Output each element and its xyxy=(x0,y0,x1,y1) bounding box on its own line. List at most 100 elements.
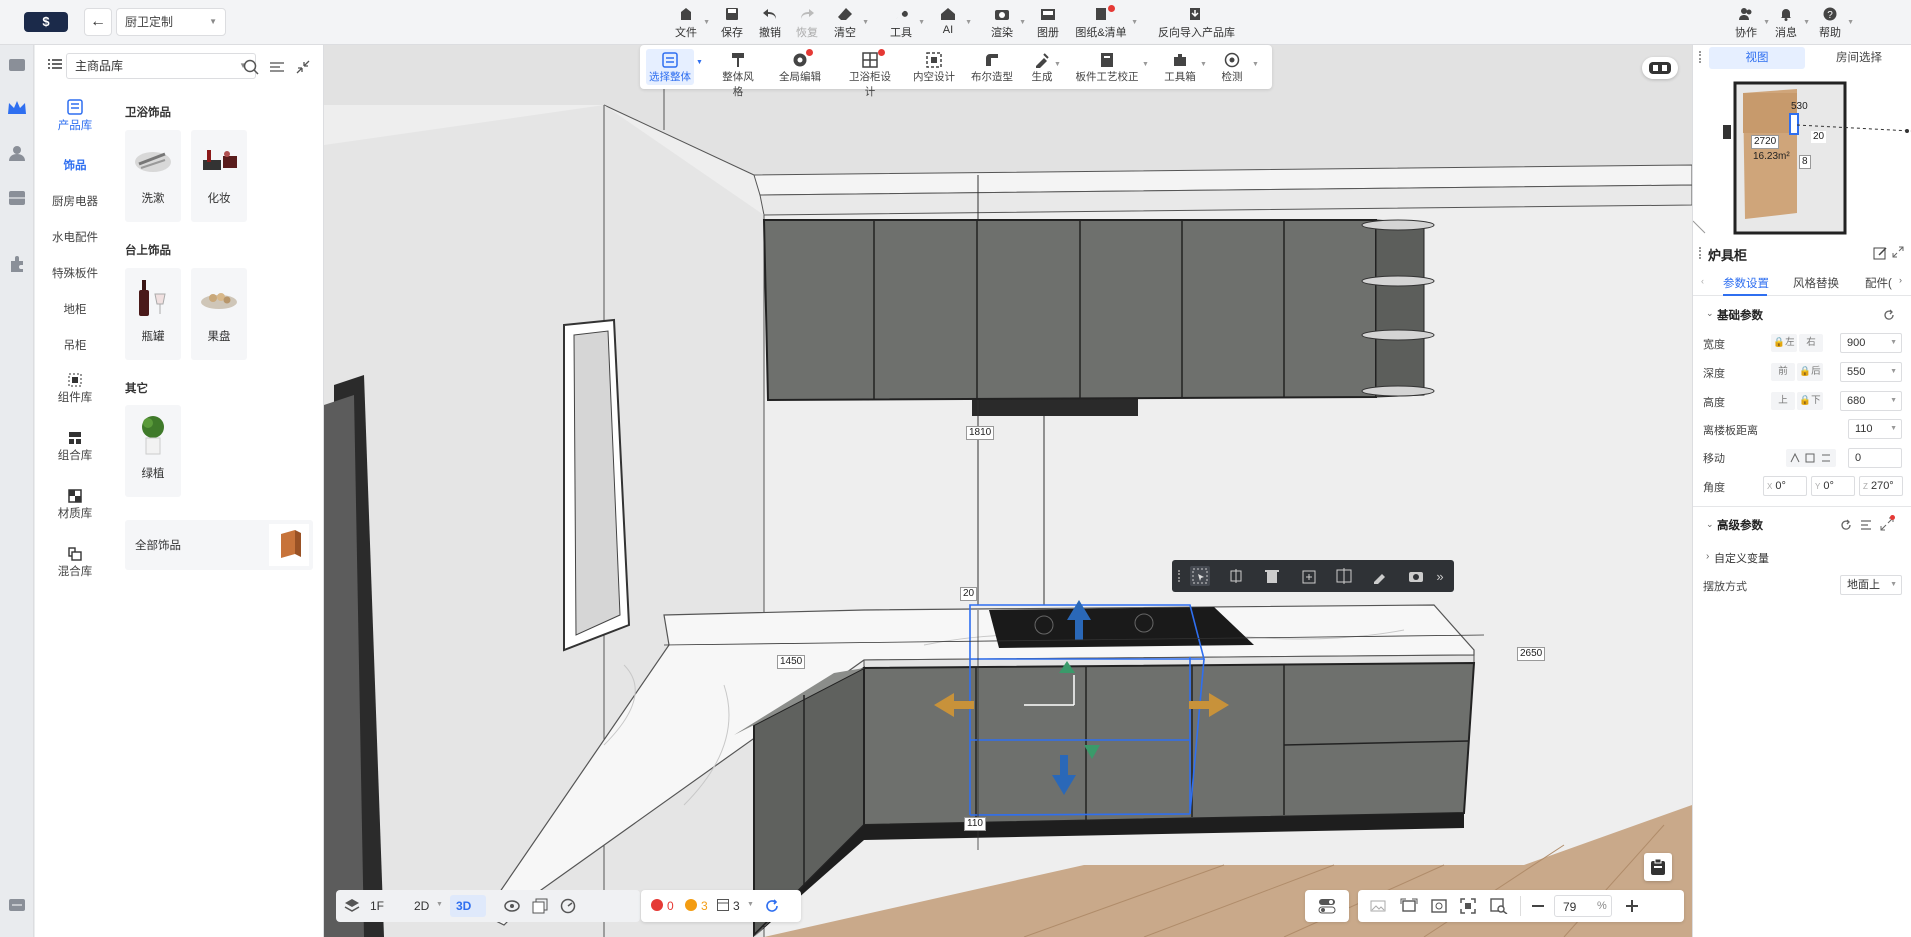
collaborate-button[interactable]: 协作 ▼ xyxy=(1732,5,1770,41)
floorplan-minimap[interactable] xyxy=(1693,73,1911,235)
chevron-down-icon[interactable]: ▼ xyxy=(696,59,703,66)
toggle-settings-button[interactable] xyxy=(1305,890,1349,922)
drag-handle[interactable] xyxy=(1699,247,1703,259)
ai-button[interactable]: AI ▼ xyxy=(934,5,972,41)
zoom-in-button[interactable] xyxy=(1624,898,1640,914)
tools-button[interactable]: 工具 ▼ xyxy=(887,5,925,41)
chevron-right-icon[interactable]: › xyxy=(1706,551,1709,562)
file-button[interactable]: 文件 ▼ xyxy=(672,5,710,41)
rail-user-icon[interactable] xyxy=(6,142,28,164)
tab-accessories[interactable]: 配件( xyxy=(1865,275,1892,291)
lock-front-button[interactable]: 前 xyxy=(1771,363,1795,381)
reset-icon[interactable] xyxy=(1883,309,1895,321)
render-button[interactable]: 渲染 ▼ xyxy=(988,5,1026,41)
rail-plugin-icon[interactable] xyxy=(6,253,28,275)
category-product-library[interactable]: 产品库 xyxy=(37,99,113,133)
panel-process-correction-button[interactable]: 板件工艺校正 xyxy=(1074,49,1140,84)
product-card[interactable]: 瓶罐 xyxy=(125,268,181,360)
placement-select[interactable]: 地面上 ▼ xyxy=(1840,575,1902,595)
chevron-down-icon[interactable]: ⌄ xyxy=(1706,308,1714,319)
category-decor[interactable]: 饰品 xyxy=(37,157,113,173)
search-icon[interactable] xyxy=(243,59,259,75)
chevron-down-icon[interactable]: ▼ xyxy=(1252,61,1259,68)
clear-button[interactable]: 清空 ▼ xyxy=(831,5,869,41)
collapse-panel-icon[interactable] xyxy=(296,60,310,74)
all-decor-card[interactable]: 全部饰品 xyxy=(125,520,313,570)
app-logo[interactable]: $ xyxy=(24,12,68,32)
frame-select-icon[interactable] xyxy=(1400,898,1418,914)
chevron-down-icon[interactable]: ▼ xyxy=(1200,61,1207,68)
floor-label[interactable]: 1F xyxy=(370,899,384,913)
copy-add-icon[interactable] xyxy=(1298,566,1318,586)
category-plumbing-electric[interactable]: 水电配件 xyxy=(37,229,113,245)
layers-icon[interactable] xyxy=(344,898,360,914)
global-edit-button[interactable]: 全局编辑 xyxy=(778,49,822,84)
toolbox-button[interactable]: 工具箱 xyxy=(1162,49,1198,84)
move-input[interactable]: 0 xyxy=(1848,448,1902,468)
lock-left-button[interactable]: 🔒左 xyxy=(1771,334,1797,352)
custom-variables[interactable]: 自定义变量 xyxy=(1714,550,1769,566)
bathroom-cabinet-design-button[interactable]: 卫浴柜设计 xyxy=(844,49,896,99)
tab-scroll-right-icon[interactable]: › xyxy=(1899,275,1902,285)
edit-icon[interactable] xyxy=(1873,246,1887,260)
layers-stack-icon[interactable] xyxy=(532,898,548,914)
clipboard-button[interactable] xyxy=(1644,853,1672,881)
tab-room-select[interactable]: 房间选择 xyxy=(1813,47,1905,69)
album-button[interactable]: 图册 xyxy=(1034,5,1062,41)
lock-bottom-button[interactable]: 🔒下 xyxy=(1797,392,1823,410)
redo-button[interactable]: 恢复 xyxy=(793,5,821,41)
camera-refresh-icon[interactable] xyxy=(1406,566,1426,586)
drag-handle[interactable] xyxy=(1699,51,1703,63)
angle-y-input[interactable]: Y 0° xyxy=(1811,476,1855,496)
boolean-shape-button[interactable]: 布尔造型 xyxy=(970,49,1014,84)
tab-style-replace[interactable]: 风格替换 xyxy=(1793,275,1839,291)
mode-3d-button[interactable]: 3D xyxy=(450,895,486,917)
category-mixed-library[interactable]: 混合库 xyxy=(37,547,113,579)
zoom-region-icon[interactable] xyxy=(1490,898,1508,914)
fit-view-icon[interactable] xyxy=(1460,898,1476,914)
mode-2d-button[interactable]: 2D xyxy=(414,899,429,913)
mirror-icon[interactable] xyxy=(1334,566,1354,586)
tab-view[interactable]: 视图 xyxy=(1709,47,1805,69)
help-button[interactable]: ? 帮助 ▼ xyxy=(1816,5,1854,41)
move-mode-buttons[interactable] xyxy=(1786,449,1836,467)
gauge-icon[interactable] xyxy=(560,898,576,914)
lock-back-button[interactable]: 🔒后 xyxy=(1797,363,1823,381)
zoom-out-button[interactable] xyxy=(1530,898,1546,914)
material-brush-icon[interactable] xyxy=(1370,566,1390,586)
drag-handle[interactable] xyxy=(1178,570,1182,582)
issue-status-bar[interactable]: 0 3 3 ▼ xyxy=(641,890,801,922)
messages-button[interactable]: 消息 ▼ xyxy=(1772,5,1810,41)
list-settings-icon[interactable] xyxy=(1860,519,1872,531)
check-button[interactable]: 检测 xyxy=(1214,49,1250,84)
drawings-list-button[interactable]: 图纸&清单 ▼ xyxy=(1074,5,1138,41)
3d-viewport[interactable]: 1810 20 1450 2650 110 xyxy=(324,45,1692,937)
rail-bottom-icon[interactable] xyxy=(6,894,28,916)
overall-style-button[interactable]: 整体风格 xyxy=(718,49,758,99)
floor-distance-input[interactable]: 110 ▼ xyxy=(1848,419,1902,439)
chevron-down-icon[interactable]: ⌄ xyxy=(1706,519,1714,530)
rail-home-icon[interactable] xyxy=(6,53,28,75)
depth-input[interactable]: 550 ▼ xyxy=(1840,362,1902,382)
chevron-down-icon[interactable]: ▼ xyxy=(1142,61,1149,68)
visibility-icon[interactable] xyxy=(504,899,520,913)
filter-sort-icon[interactable] xyxy=(270,60,284,74)
frame-settings-icon[interactable] xyxy=(1430,898,1448,914)
tab-scroll-left-icon[interactable]: ‹ xyxy=(1701,276,1704,286)
image-icon[interactable] xyxy=(1370,898,1386,914)
lock-top-button[interactable]: 上 xyxy=(1771,392,1795,410)
library-select[interactable]: 主商品库 ▼ xyxy=(66,53,256,79)
category-combo-library[interactable]: 组合库 xyxy=(37,431,113,463)
category-wall-cabinet[interactable]: 吊柜 xyxy=(37,337,113,353)
rail-cabinet-icon[interactable] xyxy=(6,187,28,209)
expand-icon[interactable] xyxy=(1892,246,1904,258)
undo-button[interactable]: 撤销 xyxy=(756,5,784,41)
height-input[interactable]: 680 ▼ xyxy=(1840,391,1902,411)
category-component-library[interactable]: 组件库 xyxy=(37,373,113,405)
zoom-input[interactable]: 79 % xyxy=(1554,895,1612,917)
category-kitchen-appliance[interactable]: 厨房电器 xyxy=(37,193,113,209)
rail-crown-icon[interactable] xyxy=(6,97,28,119)
tab-parameters[interactable]: 参数设置 xyxy=(1723,275,1769,291)
expand-params-icon[interactable] xyxy=(1880,515,1895,531)
lock-right-button[interactable]: 右 xyxy=(1799,334,1823,352)
